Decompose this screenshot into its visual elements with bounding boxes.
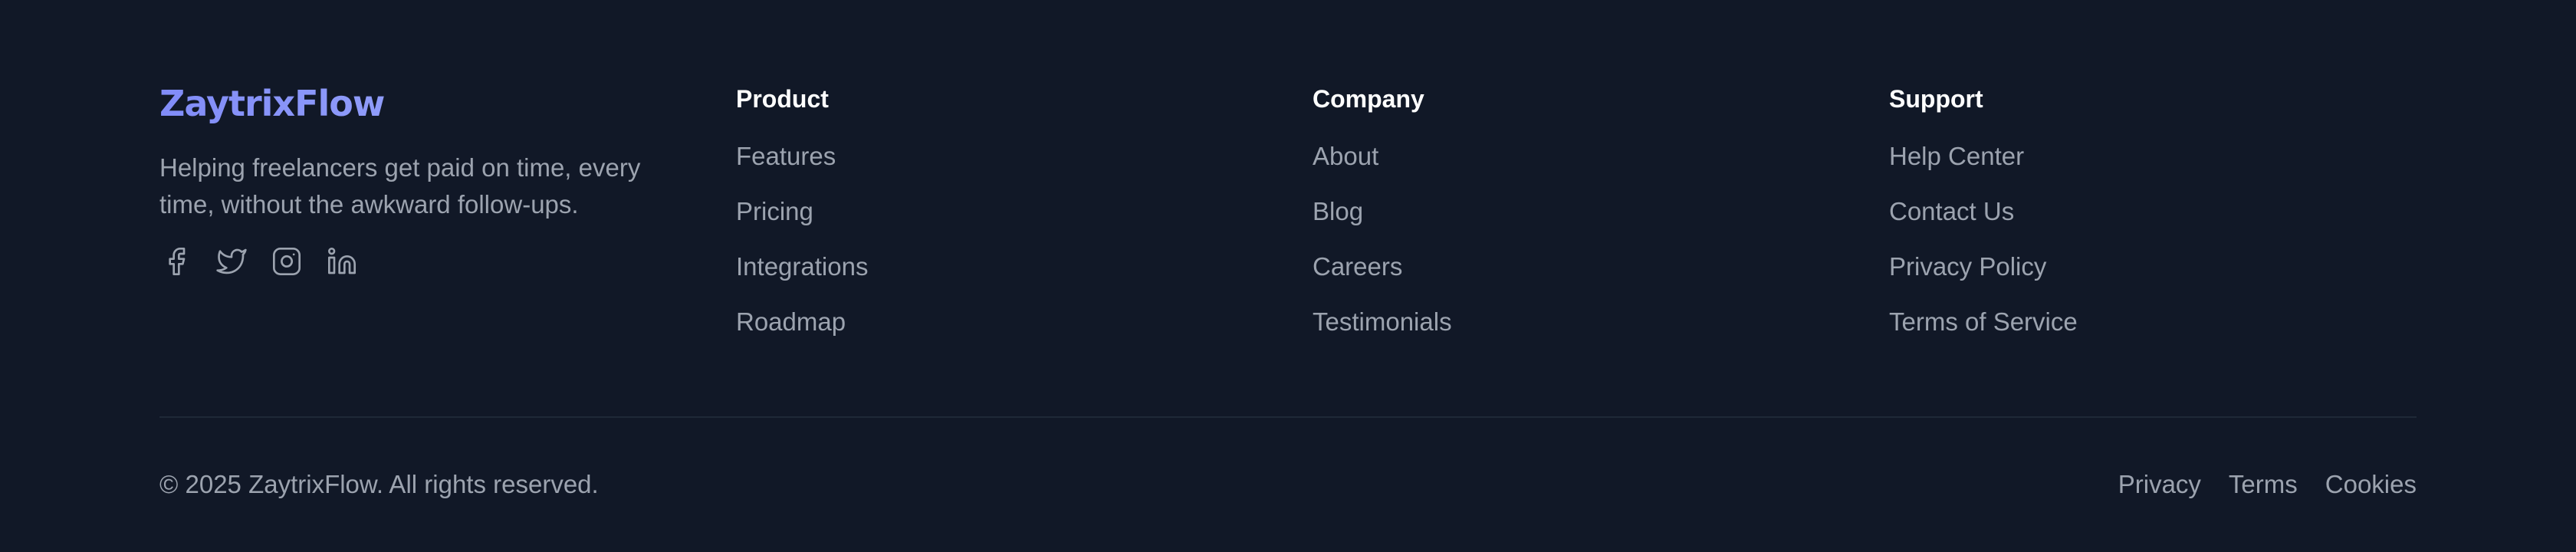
company-column: Company About Blog Careers Testimonials xyxy=(1313,80,1889,337)
link-about[interactable]: About xyxy=(1313,141,1378,172)
link-contact-us[interactable]: Contact Us xyxy=(1889,196,2014,227)
brand-tagline: Helping freelancers get paid on time, ev… xyxy=(159,153,641,219)
link-privacy-policy[interactable]: Privacy Policy xyxy=(1889,251,2046,282)
facebook-link[interactable] xyxy=(159,245,193,278)
product-links: Features Pricing Integrations Roadmap xyxy=(736,141,1313,362)
site-footer: ZaytrixFlow Helping freelancers get paid… xyxy=(0,0,2576,552)
twitter-link[interactable] xyxy=(215,245,248,278)
link-terms-of-service[interactable]: Terms of Service xyxy=(1889,307,2078,337)
link-help-center[interactable]: Help Center xyxy=(1889,141,2024,172)
legal-link-cookies[interactable]: Cookies xyxy=(2325,468,2417,501)
link-pricing[interactable]: Pricing xyxy=(736,196,813,227)
legal-link-terms[interactable]: Terms xyxy=(2229,468,2298,501)
link-testimonials[interactable]: Testimonials xyxy=(1313,307,1452,337)
instagram-icon xyxy=(273,248,301,275)
link-integrations[interactable]: Integrations xyxy=(736,251,868,282)
product-heading: Product xyxy=(736,85,829,113)
link-roadmap[interactable]: Roadmap xyxy=(736,307,846,337)
brand-logo[interactable]: ZaytrixFlow xyxy=(159,80,736,127)
legal-link-privacy[interactable]: Privacy xyxy=(2118,468,2201,501)
social-links xyxy=(159,245,736,278)
support-column: Support Help Center Contact Us Privacy P… xyxy=(1889,80,2078,337)
company-heading: Company xyxy=(1313,85,1424,113)
link-careers[interactable]: Careers xyxy=(1313,251,1402,282)
footer-top: ZaytrixFlow Helping freelancers get paid… xyxy=(159,0,2417,337)
link-features[interactable]: Features xyxy=(736,141,836,172)
support-links: Help Center Contact Us Privacy Policy Te… xyxy=(1889,141,2078,362)
instagram-link[interactable] xyxy=(270,245,304,278)
legal-links: Privacy Terms Cookies xyxy=(2118,468,2417,501)
twitter-icon xyxy=(216,248,247,274)
linkedin-icon xyxy=(328,248,356,274)
copyright-text: © 2025 ZaytrixFlow. All rights reserved. xyxy=(159,470,599,498)
support-heading: Support xyxy=(1889,85,1983,113)
link-blog[interactable]: Blog xyxy=(1313,196,1363,227)
brand-column: ZaytrixFlow Helping freelancers get paid… xyxy=(159,80,736,337)
facebook-icon xyxy=(169,248,186,275)
linkedin-link[interactable] xyxy=(325,245,359,278)
footer-bottom: © 2025 ZaytrixFlow. All rights reserved.… xyxy=(159,468,2417,501)
product-column: Product Features Pricing Integrations Ro… xyxy=(736,80,1313,337)
company-links: About Blog Careers Testimonials xyxy=(1313,141,1889,362)
footer-divider xyxy=(159,416,2417,418)
